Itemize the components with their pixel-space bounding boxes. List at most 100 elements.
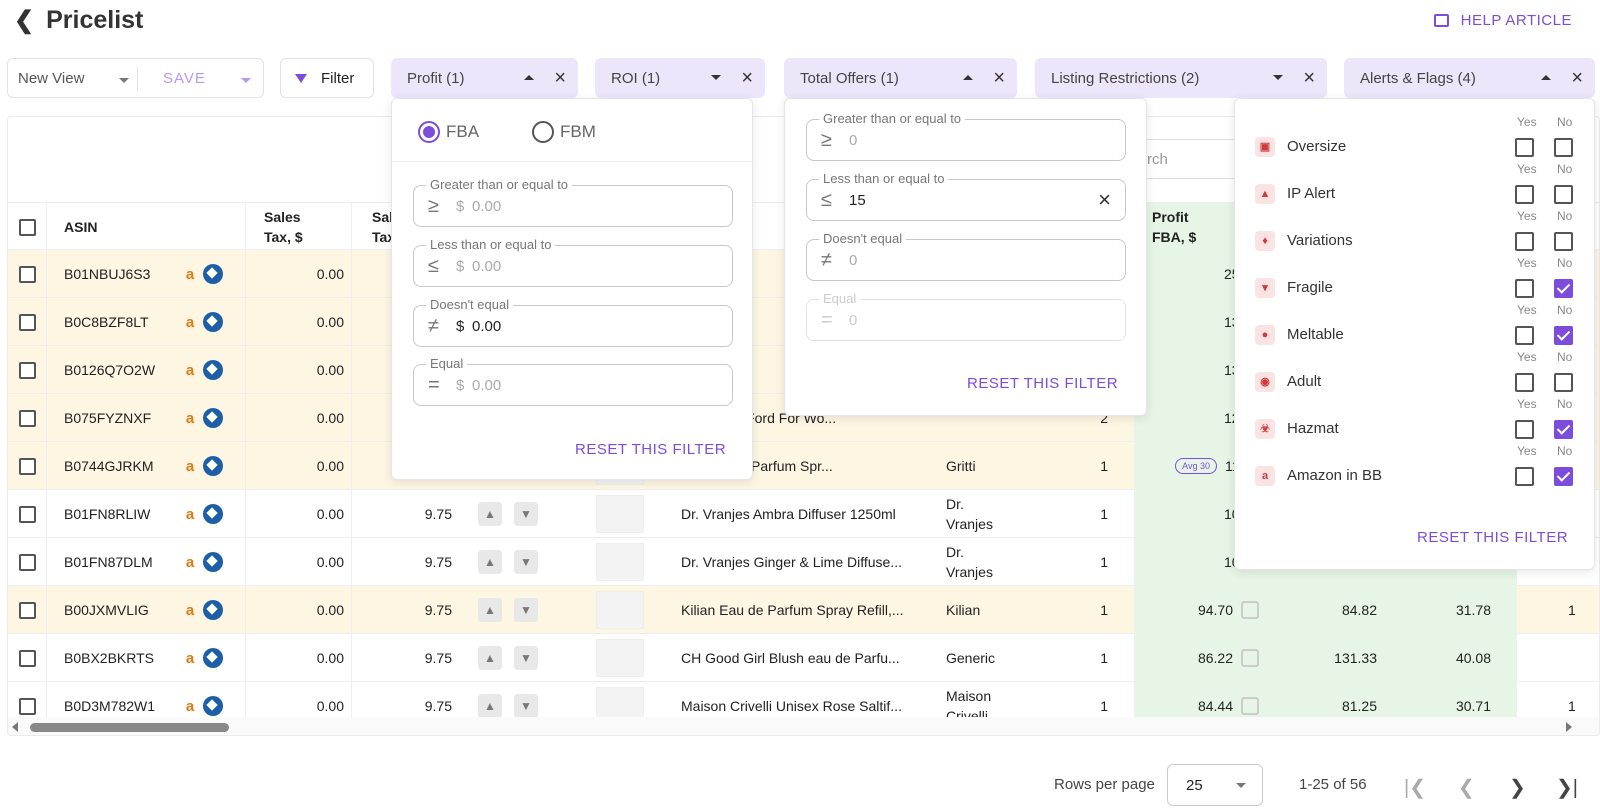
thumbs-down-icon[interactable]: ▼ [514,502,538,526]
scrollbar-thumb[interactable] [30,723,229,732]
keepa-icon[interactable] [203,360,223,380]
product-image[interactable] [596,495,644,533]
offers-gte-field[interactable]: Greater than or equal to ≥ 0 [806,111,1126,161]
keepa-icon[interactable] [203,552,223,572]
amazon-icon[interactable]: a [181,601,199,619]
alert-no-checkbox[interactable] [1554,185,1573,204]
keepa-icon[interactable] [203,648,223,668]
table-row[interactable]: B0BX2BKRTS a 0.00 9.75 ▲ ▼ CH Good Girl B… [8,634,1599,682]
calculator-icon[interactable] [1241,601,1259,619]
alert-no-checkbox[interactable] [1554,279,1573,298]
product-image[interactable] [596,543,644,581]
row-checkbox[interactable] [19,553,36,571]
alert-no-checkbox[interactable] [1554,467,1573,486]
profit-eq-field[interactable]: Equal = $ 0.00 [413,356,733,406]
alert-no-checkbox[interactable] [1554,138,1573,157]
amazon-icon[interactable]: a [181,505,199,523]
header-asin[interactable]: ASIN [64,203,97,251]
close-icon[interactable]: × [554,67,566,90]
back-chevron-icon[interactable]: ❮ [14,6,34,35]
fba-radio[interactable]: FBA [418,121,479,143]
amazon-icon[interactable]: a [181,457,199,475]
asin-cell[interactable]: B0C8BZF8LT [64,298,149,346]
keepa-icon[interactable] [203,456,223,476]
keepa-icon[interactable] [203,264,223,284]
asin-cell[interactable]: B00JXMVLIG [64,586,149,634]
asin-cell[interactable]: B01FN87DLM [64,538,153,586]
alert-yes-checkbox[interactable] [1515,467,1534,486]
asin-cell[interactable]: B01NBUJ6S3 [64,250,150,298]
next-page-icon[interactable]: ❯ [1509,775,1526,800]
asin-cell[interactable]: B0126Q7O2W [64,346,155,394]
asin-cell[interactable]: B075FYZNXF [64,394,151,442]
product-title-cell[interactable]: CH Good Girl Blush eau de Parfu... [681,634,931,682]
profit-neq-field[interactable]: Doesn't equal ≠ $ 0.00 [413,297,733,347]
scroll-left-icon[interactable] [12,722,18,732]
chip-total-offers[interactable]: Total Offers (1) × [784,58,1017,98]
amazon-icon[interactable]: a [181,409,199,427]
asin-cell[interactable]: B0744GJRKM [64,442,153,490]
header-profit[interactable]: Profit FBA, $ [1152,203,1196,251]
alert-yes-checkbox[interactable] [1515,279,1534,298]
alert-yes-checkbox[interactable] [1515,326,1534,345]
keepa-icon[interactable] [203,504,223,524]
product-title-cell[interactable]: Dr. Vranjes Ambra Diffuser 1250ml [681,490,931,538]
keepa-icon[interactable] [203,696,223,716]
alert-no-checkbox[interactable] [1554,232,1573,251]
row-checkbox[interactable] [19,601,36,619]
close-icon[interactable]: × [1303,67,1315,90]
offers-lte-field[interactable]: Less than or equal to ≤ 15 × [806,171,1126,221]
asin-cell[interactable]: B01FN8RLIW [64,490,150,538]
radio-selected[interactable] [418,121,440,143]
row-checkbox[interactable] [19,265,36,283]
row-checkbox[interactable] [19,697,36,715]
chip-roi[interactable]: ROI (1) × [595,58,765,98]
scroll-right-icon[interactable] [1566,722,1572,732]
product-image[interactable] [596,639,644,677]
close-icon[interactable]: × [741,67,753,90]
alert-yes-checkbox[interactable] [1515,185,1534,204]
product-title-cell[interactable]: Kilian Eau de Parfum Spray Refill,... [681,586,931,634]
filter-button[interactable]: Filter [280,58,374,98]
reset-offers-filter-button[interactable]: RESET THIS FILTER [967,375,1118,392]
alert-yes-checkbox[interactable] [1515,138,1534,157]
select-all-checkbox[interactable] [19,218,36,236]
thumbs-up-icon[interactable]: ▲ [478,550,502,574]
keepa-icon[interactable] [203,312,223,332]
offers-neq-field[interactable]: Doesn't equal ≠ 0 [806,231,1126,281]
horizontal-scrollbar[interactable] [8,717,1599,735]
alert-no-checkbox[interactable] [1554,373,1573,392]
fbm-radio[interactable]: FBM [532,121,596,143]
thumbs-up-icon[interactable]: ▲ [478,598,502,622]
thumbs-up-icon[interactable]: ▲ [478,694,502,718]
amazon-icon[interactable]: a [181,361,199,379]
amazon-icon[interactable]: a [181,649,199,667]
last-page-icon[interactable]: ❯| [1556,775,1578,800]
keepa-icon[interactable] [203,600,223,620]
close-icon[interactable]: × [993,67,1005,90]
calculator-icon[interactable] [1241,649,1259,667]
amazon-icon[interactable]: a [181,265,199,283]
chip-alerts-flags[interactable]: Alerts & Flags (4) × [1344,58,1595,98]
reset-alerts-filter-button[interactable]: RESET THIS FILTER [1417,529,1568,546]
amazon-icon[interactable]: a [181,313,199,331]
row-checkbox[interactable] [19,361,36,379]
save-button[interactable]: SAVE [163,70,206,87]
alert-yes-checkbox[interactable] [1515,373,1534,392]
save-options-chevron-icon[interactable] [241,78,251,83]
chip-listing-restrictions[interactable]: Listing Restrictions (2) × [1035,58,1327,98]
alert-yes-checkbox[interactable] [1515,232,1534,251]
thumbs-down-icon[interactable]: ▼ [514,550,538,574]
row-checkbox[interactable] [19,313,36,331]
thumbs-down-icon[interactable]: ▼ [514,694,538,718]
first-page-icon[interactable]: |❮ [1404,775,1426,800]
clear-icon[interactable]: × [1098,187,1111,213]
thumbs-down-icon[interactable]: ▼ [514,598,538,622]
profit-lte-field[interactable]: Less than or equal to ≤ $ 0.00 [413,237,733,287]
row-checkbox[interactable] [19,505,36,523]
chip-profit[interactable]: Profit (1) × [391,58,578,98]
row-checkbox[interactable] [19,649,36,667]
asin-cell[interactable]: B0BX2BKRTS [64,634,154,682]
alert-no-checkbox[interactable] [1554,326,1573,345]
calculator-icon[interactable] [1241,697,1259,715]
